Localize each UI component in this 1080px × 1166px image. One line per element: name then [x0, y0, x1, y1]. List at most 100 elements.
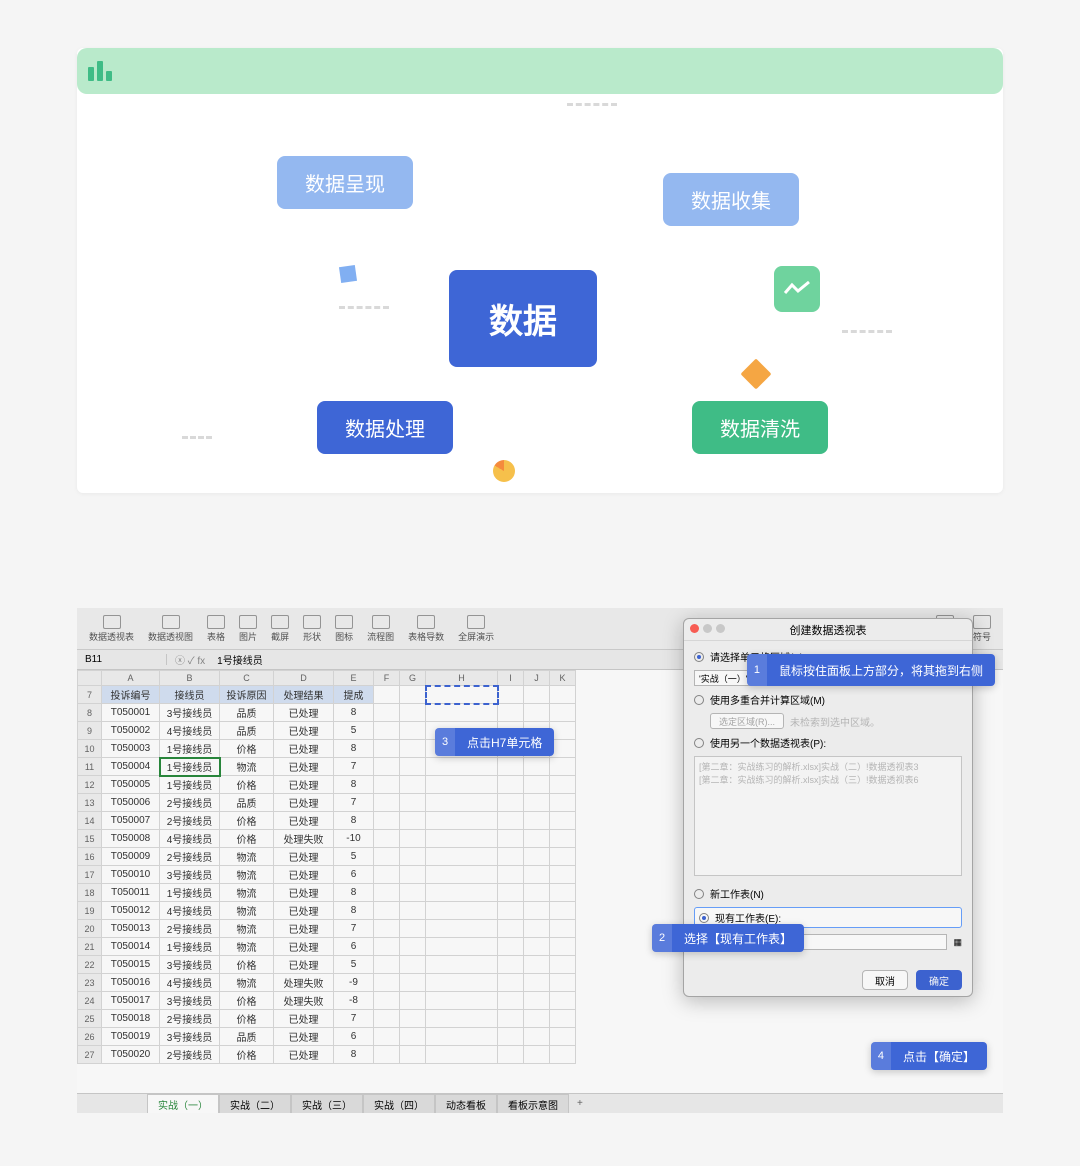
cell[interactable]: [550, 704, 576, 722]
cell[interactable]: [426, 884, 498, 902]
close-icon[interactable]: [690, 624, 699, 633]
cell[interactable]: [550, 992, 576, 1010]
cell[interactable]: [524, 704, 550, 722]
cell[interactable]: [374, 686, 400, 704]
cell[interactable]: [400, 884, 426, 902]
cell[interactable]: [498, 1028, 524, 1046]
cell[interactable]: 已处理: [274, 938, 334, 956]
sheet-tab[interactable]: 动态看板: [435, 1094, 497, 1114]
cell[interactable]: T050008: [102, 830, 160, 848]
cell[interactable]: [426, 812, 498, 830]
cell[interactable]: T050005: [102, 776, 160, 794]
cell[interactable]: [524, 1010, 550, 1028]
radio-existing-sheet[interactable]: [699, 913, 709, 923]
cell[interactable]: T050006: [102, 794, 160, 812]
cell[interactable]: [498, 1046, 524, 1064]
radio-another-pivot[interactable]: [694, 738, 704, 748]
cell[interactable]: [374, 848, 400, 866]
cell[interactable]: [550, 1010, 576, 1028]
cell[interactable]: T050019: [102, 1028, 160, 1046]
cell[interactable]: 8: [334, 1046, 374, 1064]
cell[interactable]: 1号接线员: [160, 758, 220, 776]
cell[interactable]: 2号接线员: [160, 920, 220, 938]
cell[interactable]: [400, 812, 426, 830]
cell[interactable]: 处理结果: [274, 686, 334, 704]
cell[interactable]: [550, 938, 576, 956]
cell[interactable]: T050004: [102, 758, 160, 776]
cell[interactable]: [550, 920, 576, 938]
cell[interactable]: [524, 866, 550, 884]
cell[interactable]: 7: [334, 794, 374, 812]
cell[interactable]: [498, 830, 524, 848]
cell[interactable]: 投诉编号: [102, 686, 160, 704]
cell[interactable]: 8: [334, 812, 374, 830]
cell[interactable]: [400, 920, 426, 938]
dialog-titlebar[interactable]: 创建数据透视表: [684, 619, 972, 641]
cell[interactable]: 价格: [220, 1046, 274, 1064]
cell[interactable]: [498, 812, 524, 830]
cell[interactable]: [550, 1028, 576, 1046]
cell[interactable]: 7: [334, 1010, 374, 1028]
cell[interactable]: [374, 1028, 400, 1046]
cell[interactable]: 3号接线员: [160, 992, 220, 1010]
col-header[interactable]: G: [400, 671, 426, 686]
cell[interactable]: 6: [334, 938, 374, 956]
cell[interactable]: 已处理: [274, 902, 334, 920]
col-header[interactable]: A: [102, 671, 160, 686]
cell[interactable]: 物流: [220, 884, 274, 902]
cell[interactable]: [374, 722, 400, 740]
cell[interactable]: [374, 974, 400, 992]
cell[interactable]: [550, 1046, 576, 1064]
cell[interactable]: [426, 992, 498, 1010]
cell[interactable]: 已处理: [274, 866, 334, 884]
cell[interactable]: [524, 992, 550, 1010]
cell[interactable]: 品质: [220, 722, 274, 740]
tb-tablefn[interactable]: 表格导数: [402, 613, 450, 645]
sheet-tab[interactable]: 实战（三）: [291, 1094, 363, 1114]
cell[interactable]: 价格: [220, 812, 274, 830]
cell[interactable]: [400, 1028, 426, 1046]
cell[interactable]: T050018: [102, 1010, 160, 1028]
cell[interactable]: [400, 830, 426, 848]
cell[interactable]: 处理失败: [274, 974, 334, 992]
cell[interactable]: 2号接线员: [160, 848, 220, 866]
cell[interactable]: 已处理: [274, 956, 334, 974]
cell[interactable]: [426, 956, 498, 974]
cell[interactable]: 4号接线员: [160, 830, 220, 848]
cell[interactable]: 4号接线员: [160, 902, 220, 920]
cell[interactable]: [498, 992, 524, 1010]
cell[interactable]: [524, 902, 550, 920]
cell[interactable]: [550, 848, 576, 866]
cell[interactable]: 3号接线员: [160, 1028, 220, 1046]
cell[interactable]: [374, 758, 400, 776]
cell[interactable]: [374, 884, 400, 902]
cell[interactable]: [400, 776, 426, 794]
cell[interactable]: [426, 776, 498, 794]
cell[interactable]: [498, 776, 524, 794]
col-header[interactable]: K: [550, 671, 576, 686]
cell[interactable]: [524, 848, 550, 866]
cell[interactable]: [524, 1028, 550, 1046]
cell[interactable]: T050009: [102, 848, 160, 866]
cell[interactable]: 1号接线员: [160, 938, 220, 956]
cell[interactable]: 投诉原因: [220, 686, 274, 704]
cell[interactable]: [524, 974, 550, 992]
cell[interactable]: [550, 830, 576, 848]
cell[interactable]: [498, 884, 524, 902]
add-sheet-button[interactable]: +: [569, 1096, 591, 1111]
cell[interactable]: 物流: [220, 974, 274, 992]
cell[interactable]: [498, 848, 524, 866]
cell[interactable]: 8: [334, 884, 374, 902]
cell[interactable]: [426, 704, 498, 722]
cell[interactable]: T050013: [102, 920, 160, 938]
cell[interactable]: 3号接线员: [160, 956, 220, 974]
cell[interactable]: [426, 758, 498, 776]
cell[interactable]: [374, 776, 400, 794]
cell[interactable]: 8: [334, 902, 374, 920]
cell[interactable]: [374, 866, 400, 884]
cell[interactable]: [426, 902, 498, 920]
cell[interactable]: T050011: [102, 884, 160, 902]
cell[interactable]: [524, 956, 550, 974]
cell[interactable]: [426, 1046, 498, 1064]
cell[interactable]: [498, 974, 524, 992]
